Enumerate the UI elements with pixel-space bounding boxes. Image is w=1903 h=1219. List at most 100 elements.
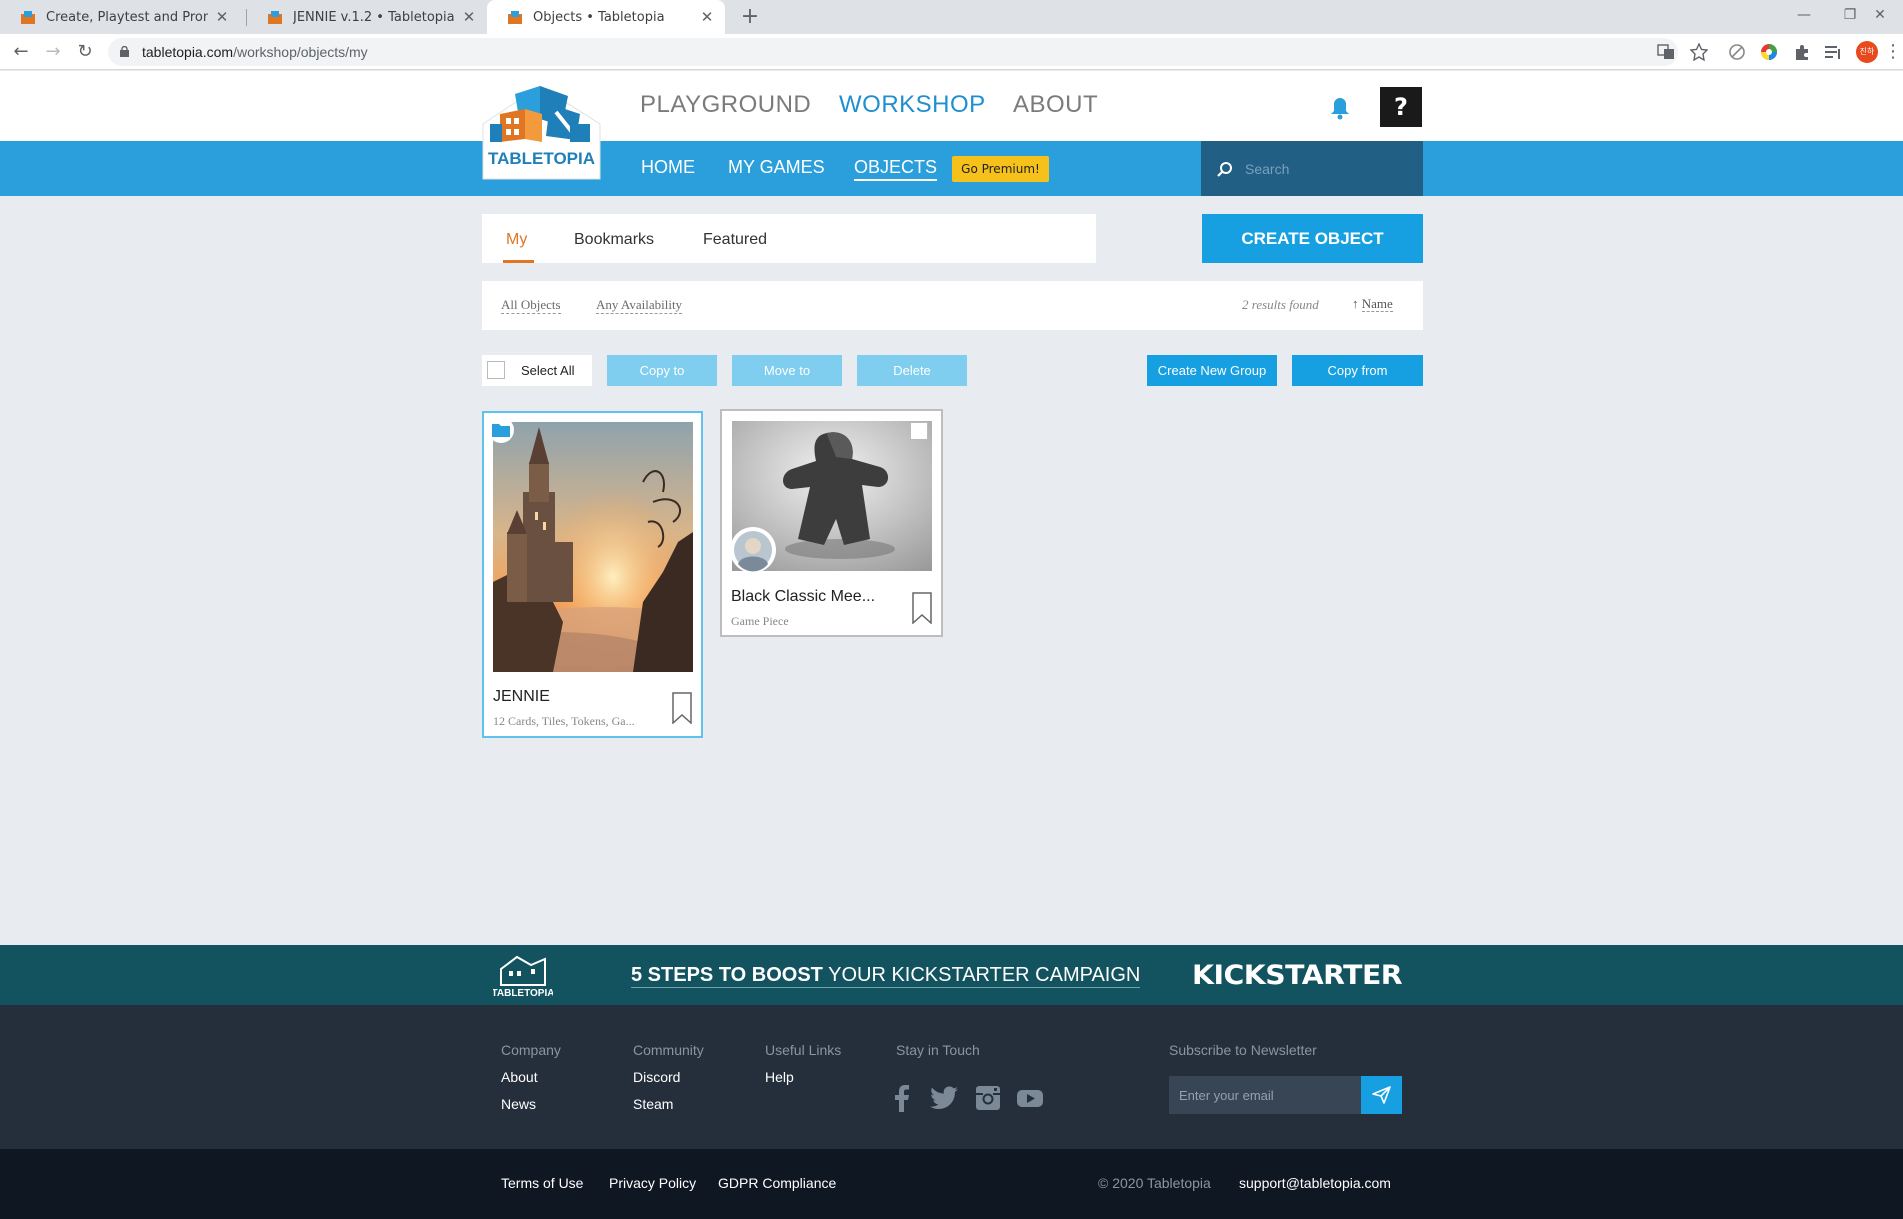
minimize-icon[interactable]: — [1781, 0, 1827, 30]
create-object-button[interactable]: CREATE OBJECT [1202, 214, 1423, 263]
footer-gdpr-link[interactable]: GDPR Compliance [718, 1175, 836, 1191]
tabletopia-favicon [268, 11, 282, 24]
newsletter-email-input[interactable] [1179, 1085, 1349, 1105]
reading-list-icon[interactable] [1824, 43, 1842, 61]
browser-tab-3[interactable]: Objects • Tabletopia ✕ [487, 0, 725, 34]
footer-link-steam[interactable]: Steam [633, 1096, 673, 1112]
folder-icon [488, 417, 514, 443]
footer-community-heading: Community [633, 1042, 704, 1058]
go-premium-button[interactable]: Go Premium! [952, 156, 1049, 182]
site-search [1201, 141, 1423, 196]
subnav-objects[interactable]: OBJECTS [854, 157, 938, 181]
color-picker-icon[interactable] [1760, 43, 1778, 61]
tabletopia-logo[interactable]: TABLETOPIA [480, 84, 603, 184]
url-domain: tabletopia.com [142, 44, 234, 60]
create-group-button[interactable]: Create New Group [1147, 355, 1277, 386]
castle-thumbnail [493, 422, 693, 672]
window-close-icon[interactable]: ✕ [1857, 0, 1903, 30]
browser-tab-2[interactable]: JENNIE v.1.2 • Tabletopia ✕ [247, 0, 487, 34]
copy-to-button[interactable]: Copy to [607, 355, 717, 386]
footer-link-about[interactable]: About [501, 1069, 538, 1085]
bookmark-icon[interactable] [672, 692, 692, 724]
tab-bookmarks[interactable]: Bookmarks [574, 231, 654, 249]
logo-text: TABLETOPIA [488, 149, 595, 168]
facebook-icon[interactable] [887, 1083, 917, 1113]
footer-link-discord[interactable]: Discord [633, 1069, 680, 1085]
tabletopia-favicon [508, 11, 522, 24]
close-icon[interactable]: ✕ [461, 8, 477, 26]
card-title: JENNIE [493, 688, 550, 705]
address-bar: ← → ↻ tabletopia.com/workshop/objects/my… [0, 34, 1903, 70]
card-title: Black Classic Mee... [731, 588, 876, 605]
footer-newsletter-heading: Subscribe to Newsletter [1169, 1042, 1317, 1058]
select-all-control[interactable]: Select All [482, 355, 592, 386]
browser-tab-title: Objects • Tabletopia [533, 9, 665, 25]
profile-avatar[interactable]: 진하 [1856, 41, 1878, 63]
send-icon [1372, 1086, 1391, 1104]
instagram-icon[interactable] [973, 1083, 1003, 1113]
close-icon[interactable]: ✕ [699, 8, 715, 26]
promo-bold-text: 5 STEPS TO BOOST [631, 964, 823, 986]
extension-icon[interactable] [1728, 43, 1746, 61]
copy-from-button[interactable]: Copy from [1292, 355, 1423, 386]
tabletopia-footer-logo[interactable]: TABLETOPIA [493, 951, 553, 999]
kickstarter-promo-link[interactable]: 5 STEPS TO BOOST YOUR KICKSTARTER CAMPAI… [631, 964, 1141, 988]
bell-icon[interactable] [1329, 96, 1351, 120]
object-card-jennie[interactable]: JENNIE 12 Cards, Tiles, Tokens, Ga... [482, 411, 703, 738]
move-to-button[interactable]: Move to [732, 355, 842, 386]
footer-link-help[interactable]: Help [765, 1069, 794, 1085]
card-subtitle: Game Piece [731, 614, 789, 628]
back-icon[interactable]: ← [8, 39, 34, 65]
filter-all-objects[interactable]: All Objects [501, 297, 561, 314]
new-tab-button[interactable]: + [736, 3, 764, 31]
kickstarter-logo[interactable]: KICKSTARTER [1192, 960, 1403, 991]
star-icon[interactable] [1690, 43, 1708, 61]
lock-icon [120, 46, 129, 57]
browser-tab-bar: Create, Playtest and Promote O ✕ JENNIE … [0, 0, 1903, 34]
url-path: /workshop/objects/my [233, 44, 368, 60]
footer-privacy-link[interactable]: Privacy Policy [609, 1175, 696, 1191]
select-all-checkbox[interactable] [487, 361, 505, 379]
filter-availability[interactable]: Any Availability [596, 297, 683, 314]
site-footer [0, 1005, 1903, 1149]
tab-my[interactable]: My [506, 231, 527, 249]
sort-control[interactable]: ↑ Name [1352, 296, 1393, 312]
twitter-icon[interactable] [929, 1083, 959, 1113]
url-text: tabletopia.com/workshop/objects/my [142, 38, 368, 66]
browser-tab-title: Create, Playtest and Promote O [46, 9, 208, 25]
puzzle-icon[interactable] [1793, 43, 1811, 61]
author-avatar[interactable] [729, 526, 777, 574]
results-count: 2 results found [1242, 297, 1319, 312]
support-email-link[interactable]: support@tabletopia.com [1239, 1175, 1391, 1191]
footer-link-news[interactable]: News [501, 1096, 536, 1112]
search-icon[interactable] [1217, 161, 1233, 177]
help-button[interactable]: ? [1380, 87, 1422, 127]
bookmark-icon[interactable] [912, 592, 932, 624]
youtube-icon[interactable] [1015, 1083, 1045, 1113]
nav-about[interactable]: ABOUT [1013, 91, 1098, 119]
reload-icon[interactable]: ↻ [72, 39, 98, 65]
subnav-my-games[interactable]: MY GAMES [728, 157, 825, 178]
nav-playground[interactable]: PLAYGROUND [640, 91, 811, 119]
translate-icon[interactable] [1657, 43, 1675, 61]
sort-arrow-icon: ↑ [1352, 296, 1362, 311]
newsletter-send-button[interactable] [1361, 1076, 1402, 1114]
close-icon[interactable]: ✕ [214, 8, 230, 26]
forward-icon[interactable]: → [40, 39, 66, 65]
footer-useful-heading: Useful Links [765, 1042, 842, 1058]
menu-icon[interactable]: ⋮ [1884, 39, 1902, 65]
delete-button[interactable]: Delete [857, 355, 967, 386]
sort-label: Name [1361, 296, 1393, 312]
footer-terms-link[interactable]: Terms of Use [501, 1175, 583, 1191]
tab-featured[interactable]: Featured [703, 231, 767, 249]
footer-stay-heading: Stay in Touch [896, 1042, 980, 1058]
footer-company-heading: Company [501, 1042, 561, 1058]
url-field[interactable]: tabletopia.com/workshop/objects/my [108, 38, 1678, 66]
browser-tab-1[interactable]: Create, Playtest and Promote O ✕ [0, 0, 240, 34]
card-select-checkbox[interactable] [910, 422, 928, 440]
tabletopia-favicon [21, 11, 35, 24]
nav-workshop[interactable]: WORKSHOP [839, 91, 986, 119]
search-input[interactable] [1245, 157, 1405, 181]
subnav-home[interactable]: HOME [641, 157, 695, 178]
object-card-meeple[interactable]: Black Classic Mee... Game Piece [720, 409, 943, 637]
